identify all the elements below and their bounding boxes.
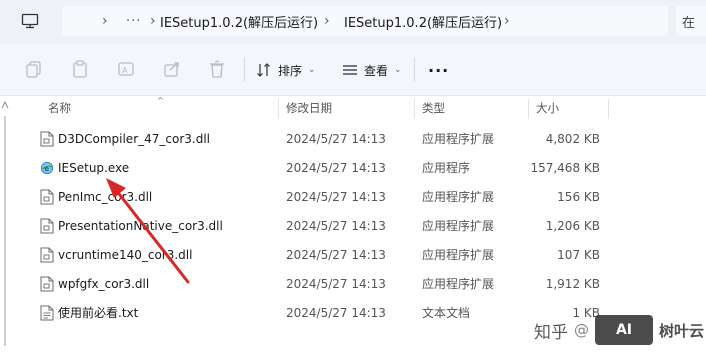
svg-text:A: A [122, 66, 128, 75]
breadcrumb-item[interactable]: IESetup1.0.2(解压后运行) [160, 6, 318, 36]
copy-icon[interactable] [24, 59, 44, 79]
chevron-down-icon: ⌄ [308, 65, 316, 75]
toolbar-divider [414, 58, 415, 82]
breadcrumb-item[interactable]: IESetup1.0.2(解压后运行) [344, 6, 502, 36]
sort-button[interactable]: 排序 ⌄ [256, 57, 316, 83]
view-label: 查看 [364, 63, 389, 78]
more-options-button[interactable]: ··· [428, 57, 449, 83]
more-path-icon[interactable]: ··· [126, 6, 141, 36]
address-bar-row: › ··· › IESetup1.0.2(解压后运行) › IESetup1.0… [0, 0, 706, 44]
computer-icon[interactable] [18, 9, 42, 33]
toolbar-divider [244, 58, 245, 82]
chevron-right-icon[interactable]: › [150, 6, 156, 36]
sort-icon [257, 63, 270, 77]
watermark-author: 树叶云 [659, 321, 705, 340]
search-input[interactable]: 在 [676, 6, 706, 36]
delete-icon[interactable] [207, 59, 227, 79]
share-icon[interactable] [162, 59, 182, 79]
watermark-at: @ [574, 321, 589, 339]
chevron-right-icon[interactable]: › [102, 6, 108, 36]
chevron-down-icon: ⌄ [394, 65, 402, 75]
rename-icon[interactable]: A [116, 59, 136, 79]
view-list-icon [343, 65, 357, 75]
view-button[interactable]: 查看 ⌄ [342, 57, 402, 83]
paste-icon[interactable] [70, 59, 90, 79]
sort-label: 排序 [278, 63, 303, 78]
watermark-site: 知乎 [534, 322, 568, 343]
chevron-right-icon[interactable]: › [504, 6, 510, 36]
command-bar: A 排序 ⌄ 查看 ⌄ ··· [0, 44, 706, 96]
search-placeholder: 在 [682, 15, 696, 31]
chevron-right-icon[interactable]: › [324, 6, 330, 36]
watermark-badge: AI [595, 315, 653, 345]
watermark: 知乎 @ AI 树叶云 [534, 312, 704, 348]
